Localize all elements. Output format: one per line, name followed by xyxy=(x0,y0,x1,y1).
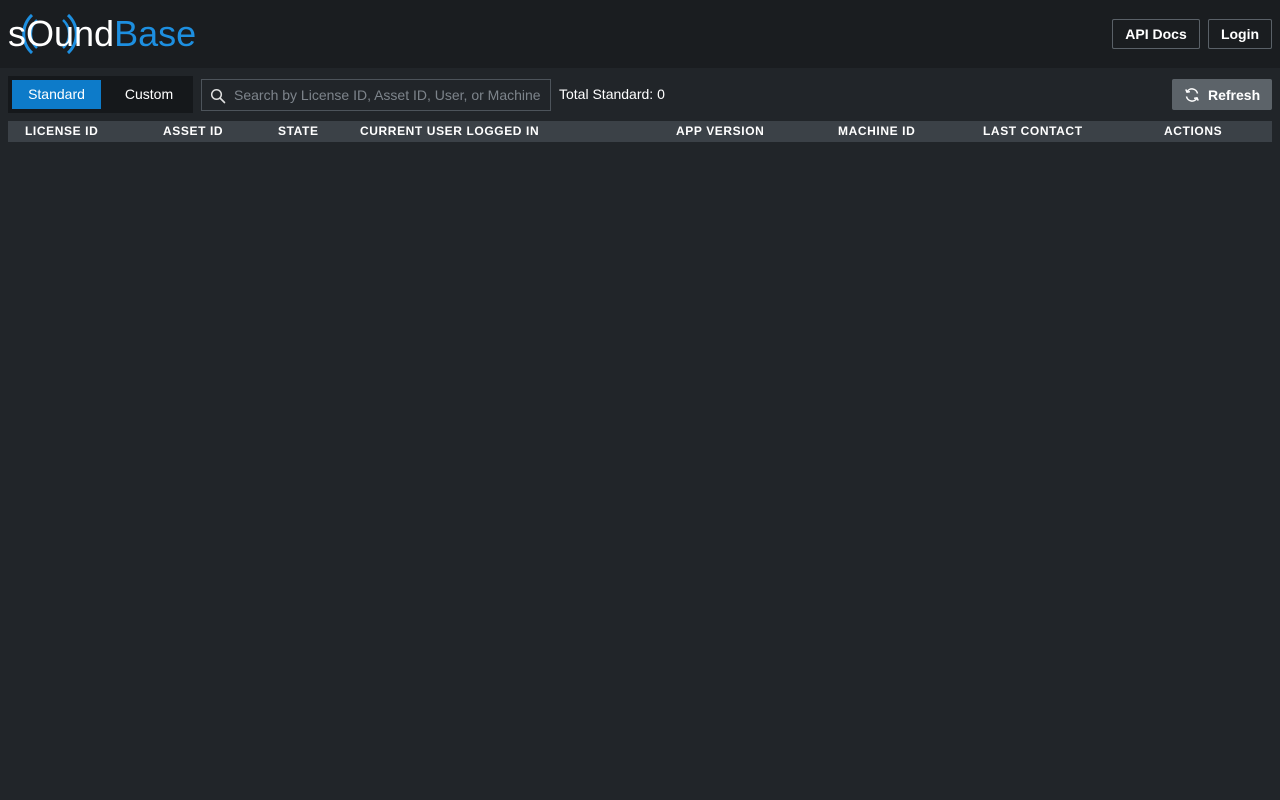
column-header-asset-id[interactable]: ASSET ID xyxy=(163,121,223,142)
toggle-standard[interactable]: Standard xyxy=(12,80,101,109)
api-docs-button[interactable]: API Docs xyxy=(1112,19,1200,49)
search-icon xyxy=(210,88,226,104)
table-header-row: LICENSE ID ASSET ID STATE CURRENT USER L… xyxy=(8,121,1272,142)
column-header-state[interactable]: STATE xyxy=(278,121,319,142)
total-count: 0 xyxy=(657,86,665,102)
search-input[interactable] xyxy=(234,80,542,110)
column-header-app-version[interactable]: APP VERSION xyxy=(676,121,764,142)
total-label: Total Standard: xyxy=(559,86,654,102)
logo-wordmark: sOundBase xyxy=(8,13,197,54)
soundbase-logo[interactable]: sOundBase xyxy=(8,7,196,61)
refresh-label: Refresh xyxy=(1208,87,1261,103)
refresh-icon xyxy=(1185,88,1199,102)
refresh-button[interactable]: Refresh xyxy=(1172,79,1272,110)
column-header-current-user[interactable]: CURRENT USER LOGGED IN xyxy=(360,121,539,142)
column-header-last-contact[interactable]: LAST CONTACT xyxy=(983,121,1083,142)
total-count-text: Total Standard: 0 xyxy=(559,86,665,102)
license-type-toggle: Standard Custom xyxy=(8,76,193,113)
column-header-license-id[interactable]: LICENSE ID xyxy=(25,121,98,142)
column-header-machine-id[interactable]: MACHINE ID xyxy=(838,121,915,142)
search-box xyxy=(201,79,551,111)
top-header: sOundBase API Docs Login xyxy=(0,0,1280,68)
column-header-actions: ACTIONS xyxy=(1164,124,1223,138)
login-button[interactable]: Login xyxy=(1208,19,1272,49)
toggle-custom[interactable]: Custom xyxy=(109,80,189,109)
